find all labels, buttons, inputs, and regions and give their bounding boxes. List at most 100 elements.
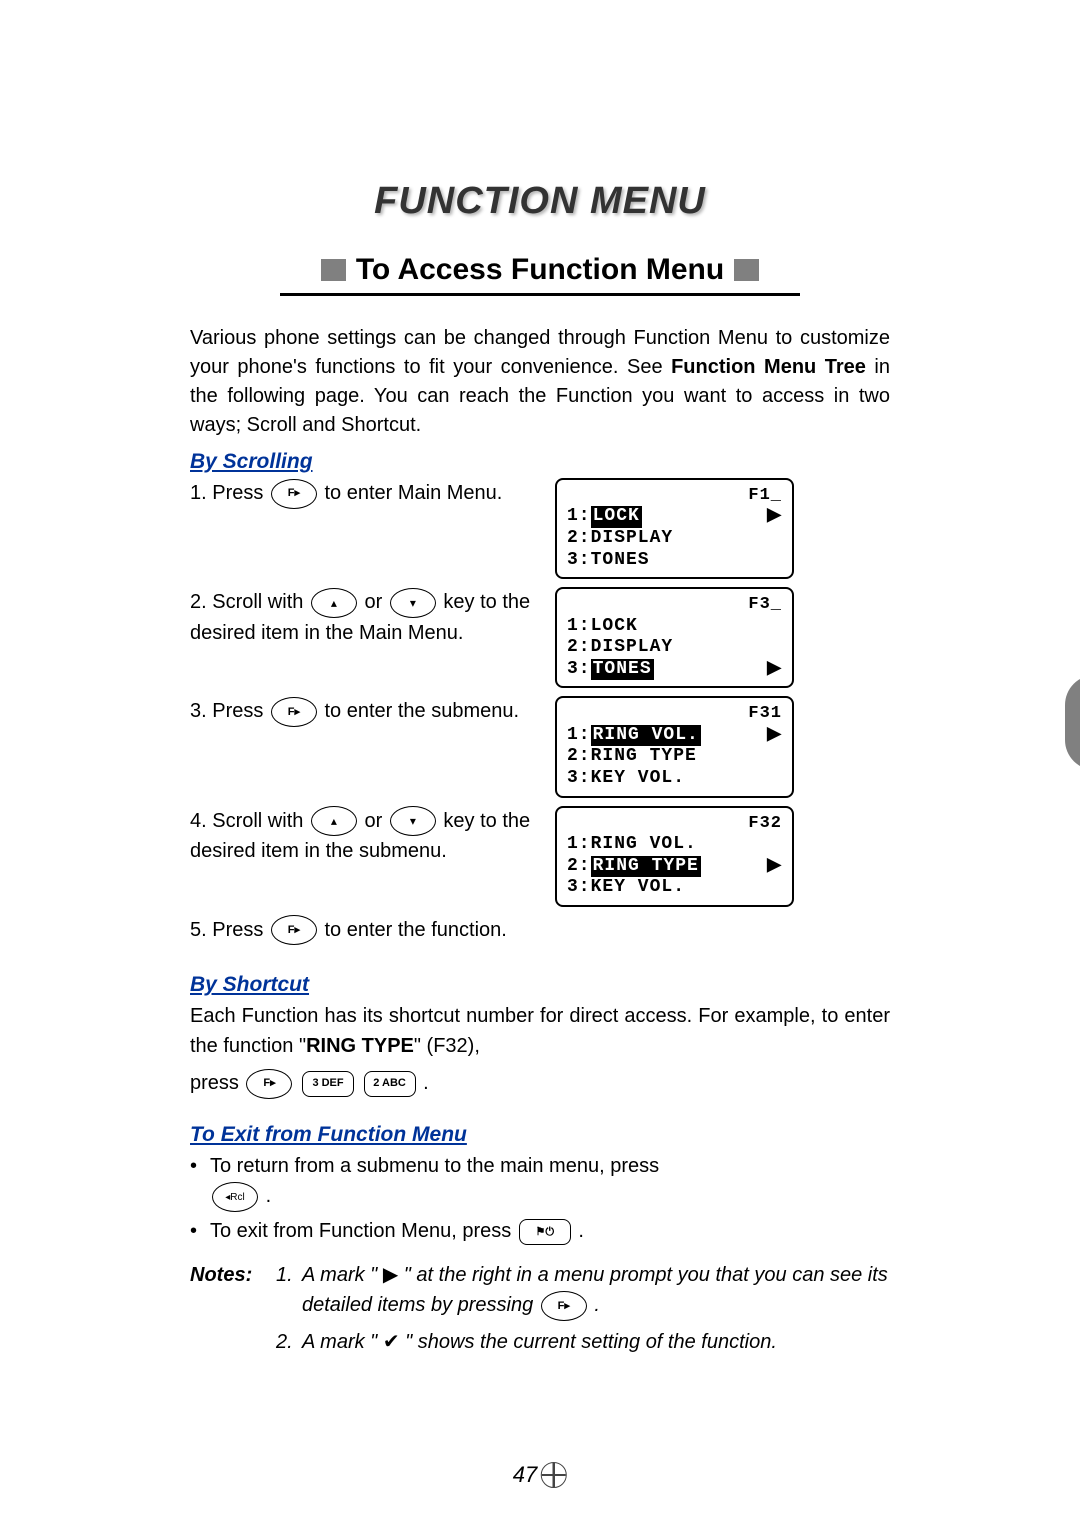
step3b: to enter the submenu. [324,700,519,722]
note2b: " shows the current setting of the funct… [405,1331,777,1353]
step-3-text: 3. Press F▸ to enter the submenu. [190,696,555,727]
lcd2-l1: 1:LOCK [567,616,782,638]
lcd3-l1p: 1: [567,725,591,747]
subtitle: To Access Function Menu [346,253,734,287]
shortcut-b: " (F32), [414,1035,480,1057]
step-5-text: 5. Press F▸ to enter the function. [190,915,890,946]
bullet-dot: • [190,1216,210,1246]
exit-bullet-2: • To exit from Function Menu, press ⚑⏻ . [190,1216,890,1246]
step4or: or [365,810,388,832]
section-shortcut: By Shortcut [190,973,890,997]
lcd-screen-4: F32 1:RING VOL. 2:RING TYPE ▶ 3:KEY VOL. [555,806,794,907]
step-4-text: 4. Scroll with ▴ or ▾ key to the desired… [190,806,555,867]
decor-bar-left [321,259,346,281]
step-1-row: 1. Press F▸ to enter Main Menu. F1_ 1:LO… [190,478,890,579]
page-number: 47 [513,1462,567,1488]
lcd4-l2hl: RING TYPE [591,856,701,878]
key-f-icon: F▸ [246,1069,292,1099]
notes-label: Notes: [190,1260,276,1363]
key-2-icon: 2 ABC [364,1071,416,1097]
decor-bar-right [734,259,759,281]
lcd4-l2p: 2: [567,856,591,878]
note-1-num: 1. [276,1260,302,1321]
step4a: 4. Scroll with [190,810,309,832]
key-up-icon: ▴ [311,588,357,618]
note-1: 1. A mark " ▶ " at the right in a menu p… [276,1260,890,1321]
key-down-icon: ▾ [390,806,436,836]
shortcut-press: press [190,1072,244,1094]
lcd2-l3hl: TONES [591,659,654,681]
key-down-icon: ▾ [390,588,436,618]
step2or: or [365,591,388,613]
lcd4-l1: 1:RING VOL. [567,834,782,856]
key-f-icon: F▸ [271,697,317,727]
lcd1-arrow: ▶ [767,506,782,528]
exit1b: . [266,1185,272,1207]
key-f-icon: F▸ [541,1291,587,1321]
globe-icon [541,1462,567,1488]
step-2-row: 2. Scroll with ▴ or ▾ key to the desired… [190,587,890,688]
lcd-screen-3: F31 1:RING VOL. ▶ 2:RING TYPE 3:KEY VOL. [555,696,794,797]
lcd3-l3: 3:KEY VOL. [567,768,782,790]
shortcut-bold: RING TYPE [306,1035,414,1057]
key-end-icon: ⚑⏻ [519,1219,571,1245]
check-mark-icon: ✔ [383,1331,400,1353]
lcd3-arrow: ▶ [767,725,782,747]
step3a: 3. Press [190,700,269,722]
intro-bold: Function Menu Tree [671,356,866,378]
key-f-icon: F▸ [271,915,317,945]
notes-block: Notes: 1. A mark " ▶ " at the right in a… [190,1260,890,1363]
shortcut-a: Each Function has its shortcut number fo… [190,1005,890,1057]
side-thumb-tab [1065,675,1080,770]
step-2-text: 2. Scroll with ▴ or ▾ key to the desired… [190,587,555,648]
intro-paragraph: Various phone settings can be changed th… [190,324,890,440]
step5b: to enter the function. [324,919,506,941]
play-mark-icon: ▶ [383,1264,398,1286]
lcd2-l2: 2:DISPLAY [567,637,782,659]
step-1-text: 1. Press F▸ to enter Main Menu. [190,478,555,509]
exit2b: . [578,1220,584,1242]
lcd3-l1hl: RING VOL. [591,725,701,747]
lcd2-l3p: 3: [567,659,591,681]
key-f-icon: F▸ [271,479,317,509]
step2a: 2. Scroll with [190,591,309,613]
section-exit: To Exit from Function Menu [190,1123,890,1147]
lcd-screen-2: F3_ 1:LOCK 2:DISPLAY 3:TONES ▶ [555,587,794,688]
note-2-num: 2. [276,1327,302,1357]
step1b: to enter Main Menu. [324,482,502,504]
step-4-row: 4. Scroll with ▴ or ▾ key to the desired… [190,806,890,907]
note2a: A mark " [302,1331,383,1353]
step5a: 5. Press [190,919,269,941]
subtitle-underline [280,293,800,296]
step1a: 1. Press [190,482,269,504]
lcd1-l3: 3:TONES [567,550,782,572]
lcd2-arrow: ▶ [767,659,782,681]
page-title: FUNCTION MENU [190,180,890,223]
key-rcl-icon: ◂Rcl [212,1182,258,1212]
lcd3-l2: 2:RING TYPE [567,746,782,768]
shortcut-press-line: press F▸ 3 DEF 2 ABC . [190,1067,890,1099]
lcd1-l2: 2:DISPLAY [567,528,782,550]
key-up-icon: ▴ [311,806,357,836]
section-scrolling: By Scrolling [190,450,890,474]
lcd1-header: F1_ [567,486,782,506]
note-2: 2. A mark " ✔ " shows the current settin… [276,1327,890,1357]
step-3-row: 3. Press F▸ to enter the submenu. F31 1:… [190,696,890,797]
lcd1-l1p: 1: [567,506,591,528]
exit-bullet-1: • To return from a submenu to the main m… [190,1151,890,1212]
note1c: . [594,1294,600,1316]
page-number-text: 47 [513,1462,537,1488]
exit2a: To exit from Function Menu, press [210,1220,517,1242]
lcd4-arrow: ▶ [767,856,782,878]
lcd2-header: F3_ [567,595,782,615]
exit1a: To return from a submenu to the main men… [210,1155,659,1177]
lcd4-l3: 3:KEY VOL. [567,877,782,899]
lcd4-header: F32 [567,814,782,834]
subtitle-bar: To Access Function Menu [190,253,890,287]
lcd1-l1hl: LOCK [591,506,642,528]
bullet-dot: • [190,1151,210,1212]
lcd-screen-1: F1_ 1:LOCK ▶ 2:DISPLAY 3:TONES [555,478,794,579]
note1a: A mark " [302,1264,383,1286]
lcd3-header: F31 [567,704,782,724]
shortcut-body: Each Function has its shortcut number fo… [190,1001,890,1061]
